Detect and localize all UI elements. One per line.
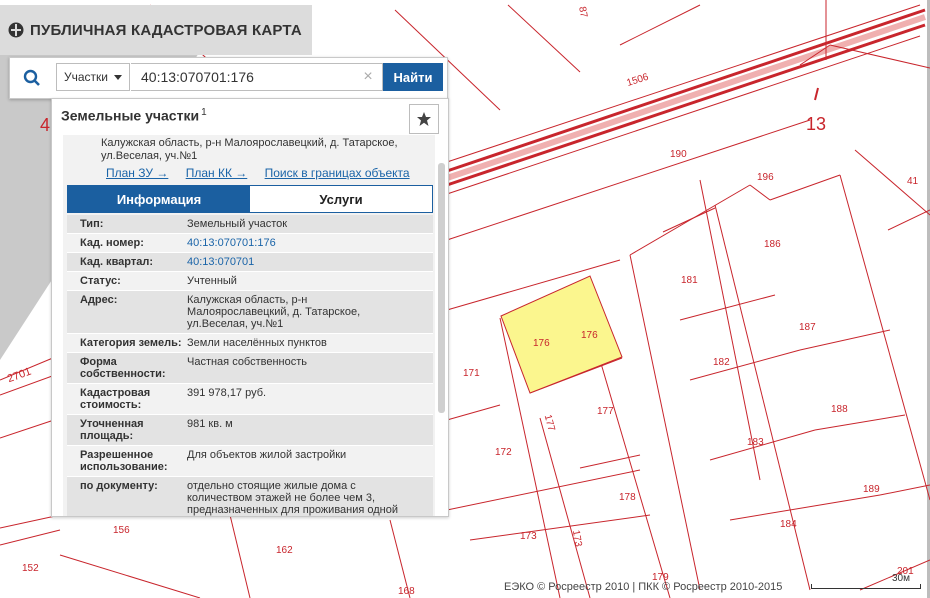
parcel-label: 162 [276, 545, 293, 556]
search-bar: Участки × Найти [9, 57, 448, 99]
info-row-land-category: Категория земель: Земли населённых пункто… [67, 334, 433, 353]
parcel-label: 176 [581, 330, 598, 341]
info-value: Земли населённых пунктов [187, 337, 327, 349]
parcel-label: 41 [907, 176, 919, 187]
find-button[interactable]: Найти [383, 63, 443, 91]
info-label: Кад. номер: [80, 237, 144, 249]
info-value: Земельный участок [187, 218, 288, 230]
parcel-label: 187 [799, 322, 816, 333]
info-value: 391 978,17 руб. [187, 387, 267, 399]
parcel-label: 156 [113, 525, 130, 536]
info-label: Кадастровая стоимость: [80, 387, 151, 411]
parcel-label: 176 [533, 338, 550, 349]
tab-information[interactable]: Информация [68, 186, 250, 212]
block-label: 13 [806, 114, 826, 134]
quarter-label: 2701 [6, 366, 33, 386]
parcel-label: 173 [570, 529, 584, 548]
parcel-label: 168 [398, 586, 415, 597]
plan-kk-link[interactable]: План КК → [186, 166, 248, 180]
info-label: Адрес: [80, 294, 118, 306]
search-type-label: Участки [64, 70, 108, 84]
search-input[interactable] [131, 63, 383, 91]
info-label: Разрешенное использование: [80, 449, 168, 473]
parcel-label: 188 [831, 404, 848, 415]
parcel-label: 87 [576, 6, 589, 19]
info-label: Уточненная площадь: [80, 418, 144, 442]
info-row-ownership: Форма собственности: Частная собственност… [67, 353, 433, 384]
info-label: Форма собственности: [80, 356, 166, 380]
app-title: ПУБЛИЧНАЯ КАДАСТРОВАЯ КАРТА [30, 21, 302, 39]
results-panel: Земельные участки 1 Калужская область, р-… [51, 98, 449, 517]
info-row-area: Уточненная площадь: 981 кв. м [67, 415, 433, 446]
object-address: Калужская область, р-н Малоярославецкий,… [101, 137, 398, 162]
search-type-select[interactable]: Участки [56, 63, 130, 91]
tab-services[interactable]: Услуги [250, 186, 432, 212]
parcel-label: 190 [670, 149, 687, 160]
parcel-label: 177 [542, 413, 557, 432]
info-label: Тип: [80, 218, 104, 230]
panel-tabs: Информация Услуги [67, 185, 433, 213]
parcel-label: 189 [863, 484, 880, 495]
parcel-label: 184 [780, 519, 797, 530]
parcel-label: 181 [681, 275, 698, 286]
scale-bar [811, 584, 921, 589]
parcel-label: 152 [22, 563, 39, 574]
search-icon[interactable] [16, 64, 48, 92]
info-table: Тип: Земельный участок Кад. номер: 40:13:0… [67, 215, 433, 516]
map-credits: ЕЭКО © Росреестр 2010 | ПКК © Росреестр … [504, 581, 783, 593]
parcel-label: 178 [619, 492, 636, 503]
favorite-star-icon[interactable] [409, 104, 439, 134]
app-header: ПУБЛИЧНАЯ КАДАСТРОВАЯ КАРТА [0, 5, 312, 55]
parcel-label: 172 [495, 447, 512, 458]
panel-scrollbar[interactable] [438, 163, 445, 413]
cad-quarter-link[interactable]: 40:13:070701 [187, 256, 423, 268]
info-value: Учтенный [187, 275, 237, 287]
info-label: Статус: [80, 275, 121, 287]
info-value: Для объектов жилой застройки [187, 449, 347, 461]
info-value: Частная собственность [187, 356, 308, 368]
info-value: Калужская область, р-н Малоярославецкий,… [187, 294, 361, 330]
panel-title: Земельные участки 1 [61, 107, 207, 124]
info-value: 981 кв. м [187, 418, 233, 430]
info-row-permitted-use: Разрешенное использование: Для объектов ж… [67, 446, 433, 477]
info-label: Кад. квартал: [80, 256, 154, 268]
info-row-cad-quarter: Кад. квартал: 40:13:070701 [67, 253, 433, 272]
info-row-cadastral-value: Кадастровая стоимость: 391 978,17 руб. [67, 384, 433, 415]
parcel-label: 186 [764, 239, 781, 250]
parcel-label: 173 [520, 531, 537, 542]
plan-zu-link[interactable]: План ЗУ → [106, 166, 168, 180]
info-label: по документу: [80, 480, 158, 492]
scale-label: 30м [892, 573, 910, 584]
panel-content[interactable]: Калужская область, р-н Малоярославецкий,… [63, 135, 435, 516]
parcel-label: 196 [757, 172, 774, 183]
parcel-label: 183 [747, 437, 764, 448]
info-row-cad-number: Кад. номер: 40:13:070701:176 [67, 234, 433, 253]
rosreestr-logo-icon [8, 22, 24, 38]
parcel-label: 182 [713, 357, 730, 368]
clear-icon[interactable]: × [360, 68, 376, 86]
info-label: Категория земель: [80, 337, 182, 349]
info-row-by-document: по документу: отдельно стоящие жилые дома… [67, 477, 433, 516]
panel-title-text: Земельные участки [61, 107, 200, 124]
quarter-label: 4 [40, 115, 50, 135]
cad-number-link[interactable]: 40:13:070701:176 [187, 237, 423, 249]
road-label: 1506 [625, 72, 650, 89]
result-count: 1 [201, 107, 207, 118]
info-row-type: Тип: Земельный участок [67, 215, 433, 234]
info-row-address: Адрес: Калужская область, р-н Малоярослав… [67, 291, 433, 334]
info-row-status: Статус: Учтенный [67, 272, 433, 291]
selected-parcel[interactable] [500, 275, 623, 394]
parcel-label: 177 [597, 406, 614, 417]
chevron-down-icon [114, 74, 122, 80]
parcel-label: 171 [463, 368, 480, 379]
info-value: отдельно стоящие жилые дома с количество… [187, 480, 399, 516]
